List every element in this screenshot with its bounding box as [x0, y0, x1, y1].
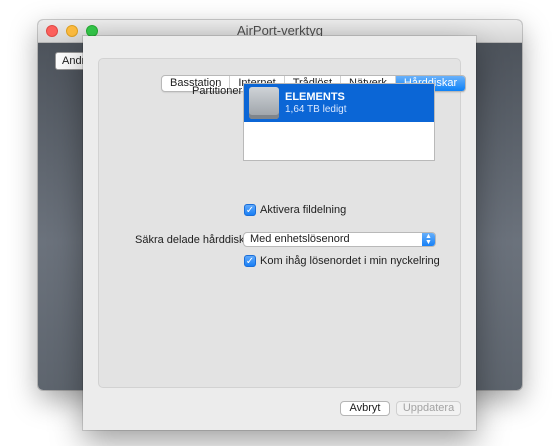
keychain-checkbox[interactable]: ✓ — [244, 255, 256, 267]
partitions-label: Partitioner: — [192, 85, 246, 97]
settings-sheet: Basstation Internet Trådlöst Nätverk Hår… — [83, 36, 476, 430]
checkmark-icon: ✓ — [245, 256, 255, 267]
minimize-window-icon[interactable] — [66, 25, 78, 37]
external-disk-icon — [249, 87, 279, 119]
partition-free-space: 1,64 TB ledigt — [285, 104, 347, 115]
secure-disks-value: Med enhetslösenord — [250, 233, 350, 245]
update-button[interactable]: Uppdatera — [396, 401, 461, 416]
keychain-label: Kom ihåg lösenordet i min nyckelring — [260, 255, 440, 267]
secure-disks-popup[interactable]: Med enhetslösenord ▲ ▼ — [243, 232, 436, 247]
close-window-icon[interactable] — [46, 25, 58, 37]
file-sharing-label: Aktivera fildelning — [260, 204, 347, 216]
partition-name: ELEMENTS — [285, 91, 345, 103]
partition-list[interactable]: ELEMENTS 1,64 TB ledigt — [243, 83, 435, 161]
up-down-chevron-icon: ▲ ▼ — [422, 233, 435, 246]
cancel-button[interactable]: Avbryt — [340, 401, 390, 416]
file-sharing-checkbox[interactable]: ✓ — [244, 204, 256, 216]
partition-row-elements[interactable]: ELEMENTS 1,64 TB ledigt — [244, 84, 434, 122]
secure-disks-label: Säkra delade hårddiskar: — [135, 234, 258, 246]
checkmark-icon: ✓ — [245, 205, 255, 216]
